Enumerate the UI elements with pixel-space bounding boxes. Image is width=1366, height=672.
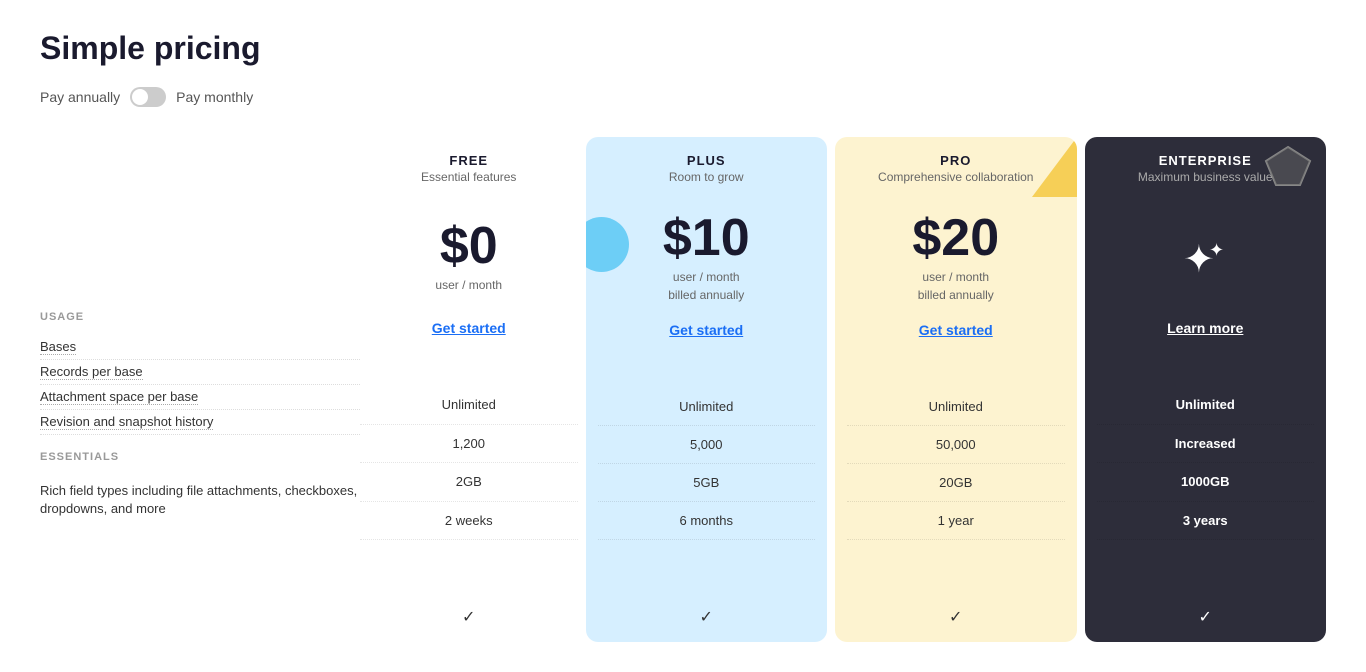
plan-plus-price-section: $10 user / month billed annually bbox=[598, 192, 816, 314]
page-title: Simple pricing bbox=[40, 30, 360, 67]
essentials-section-label-wrapper: ESSENTIALS bbox=[40, 451, 360, 463]
feature-label-bases: Bases bbox=[40, 335, 360, 360]
feature-label-records: Records per base bbox=[40, 360, 360, 385]
enterprise-diamond-icon bbox=[1264, 145, 1312, 192]
plan-plus-cta-link[interactable]: Get started bbox=[669, 322, 743, 338]
feature-label-history: Revision and snapshot history bbox=[40, 410, 360, 435]
plan-pro-price-sub: user / month billed annually bbox=[918, 268, 994, 304]
plan-plus-name: PLUS bbox=[598, 153, 816, 168]
plan-enterprise-attachment: 1000GB bbox=[1097, 463, 1315, 502]
plan-enterprise-cta-link[interactable]: Learn more bbox=[1167, 320, 1243, 336]
plan-pro-cta: Get started bbox=[847, 314, 1065, 356]
plan-plus-price-sub: user / month billed annually bbox=[668, 268, 744, 304]
plan-pro-attachment: 20GB bbox=[847, 464, 1065, 502]
plan-plus-header: PLUS Room to grow bbox=[598, 137, 816, 192]
pay-annually-label: Pay annually bbox=[40, 89, 120, 105]
plan-plus: PLUS Room to grow $10 user / month bille… bbox=[586, 137, 828, 642]
plan-pro-rich-fields-check: ✓ bbox=[847, 592, 1065, 642]
plan-free-tagline: Essential features bbox=[360, 170, 578, 184]
plan-enterprise-rich-fields-check: ✓ bbox=[1097, 592, 1315, 642]
plan-enterprise-cta: Learn more bbox=[1097, 312, 1315, 354]
plan-pro: PRO Comprehensive collaboration $20 user… bbox=[835, 137, 1077, 642]
plan-enterprise-price-section: ✦ ✦ bbox=[1097, 192, 1315, 312]
plan-enterprise-history: 3 years bbox=[1097, 502, 1315, 541]
plan-plus-tagline: Room to grow bbox=[598, 170, 816, 184]
plan-free-rich-fields-check: ✓ bbox=[360, 592, 578, 642]
features-column: USAGE Bases Records per base Attachment … bbox=[40, 137, 360, 642]
plan-enterprise-records: Increased bbox=[1097, 425, 1315, 464]
plan-plus-rich-fields-check: ✓ bbox=[598, 592, 816, 642]
page-wrapper: Simple pricing Pay annually Pay monthly … bbox=[0, 0, 1366, 672]
plan-pro-history: 1 year bbox=[847, 502, 1065, 540]
plan-free-bases: Unlimited bbox=[360, 386, 578, 425]
plan-plus-records: 5,000 bbox=[598, 426, 816, 464]
plan-plus-cta: Get started bbox=[598, 314, 816, 356]
plan-free-cta: Get started bbox=[360, 312, 578, 354]
plan-free-price: $0 bbox=[440, 220, 498, 272]
plan-free-price-sub: user / month bbox=[435, 276, 502, 294]
feature-label-attachment: Attachment space per base bbox=[40, 385, 360, 410]
svg-text:✦: ✦ bbox=[1209, 240, 1224, 260]
plan-plus-history: 6 months bbox=[598, 502, 816, 540]
plan-pro-records: 50,000 bbox=[847, 426, 1065, 464]
plan-free-history: 2 weeks bbox=[360, 502, 578, 541]
billing-toggle-row: Pay annually Pay monthly bbox=[40, 87, 1326, 107]
billing-toggle-switch[interactable] bbox=[130, 87, 166, 107]
enterprise-stars-icon: ✦ ✦ bbox=[1179, 234, 1231, 291]
plans-area: FREE Essential features $0 user / month … bbox=[360, 137, 1326, 642]
plan-free-header: FREE Essential features bbox=[360, 137, 578, 192]
plan-plus-attachment: 5GB bbox=[598, 464, 816, 502]
plan-plus-price: $10 bbox=[663, 212, 750, 264]
plan-free-cta-link[interactable]: Get started bbox=[432, 320, 506, 336]
usage-section-label: USAGE bbox=[40, 311, 360, 323]
plan-plus-bases: Unlimited bbox=[598, 388, 816, 426]
plan-pro-bases: Unlimited bbox=[847, 388, 1065, 426]
plan-free-attachment: 2GB bbox=[360, 463, 578, 502]
plan-pro-price: $20 bbox=[912, 212, 999, 264]
pro-decoration bbox=[1032, 137, 1077, 197]
plan-pro-price-section: $20 user / month billed annually bbox=[847, 192, 1065, 314]
plan-enterprise: ENTERPRISE Maximum business value ✦ ✦ Le… bbox=[1085, 137, 1327, 642]
plan-enterprise-bases: Unlimited bbox=[1097, 386, 1315, 425]
plan-free-name: FREE bbox=[360, 153, 578, 168]
plan-free: FREE Essential features $0 user / month … bbox=[360, 137, 578, 642]
plan-free-records: 1,200 bbox=[360, 425, 578, 464]
pay-monthly-label: Pay monthly bbox=[176, 89, 253, 105]
plan-free-price-section: $0 user / month bbox=[360, 192, 578, 312]
pricing-layout: USAGE Bases Records per base Attachment … bbox=[40, 137, 1326, 642]
feature-label-rich-fields: Rich field types including file attachme… bbox=[40, 475, 360, 525]
essentials-section-label: ESSENTIALS bbox=[40, 451, 360, 463]
plan-pro-cta-link[interactable]: Get started bbox=[919, 322, 993, 338]
